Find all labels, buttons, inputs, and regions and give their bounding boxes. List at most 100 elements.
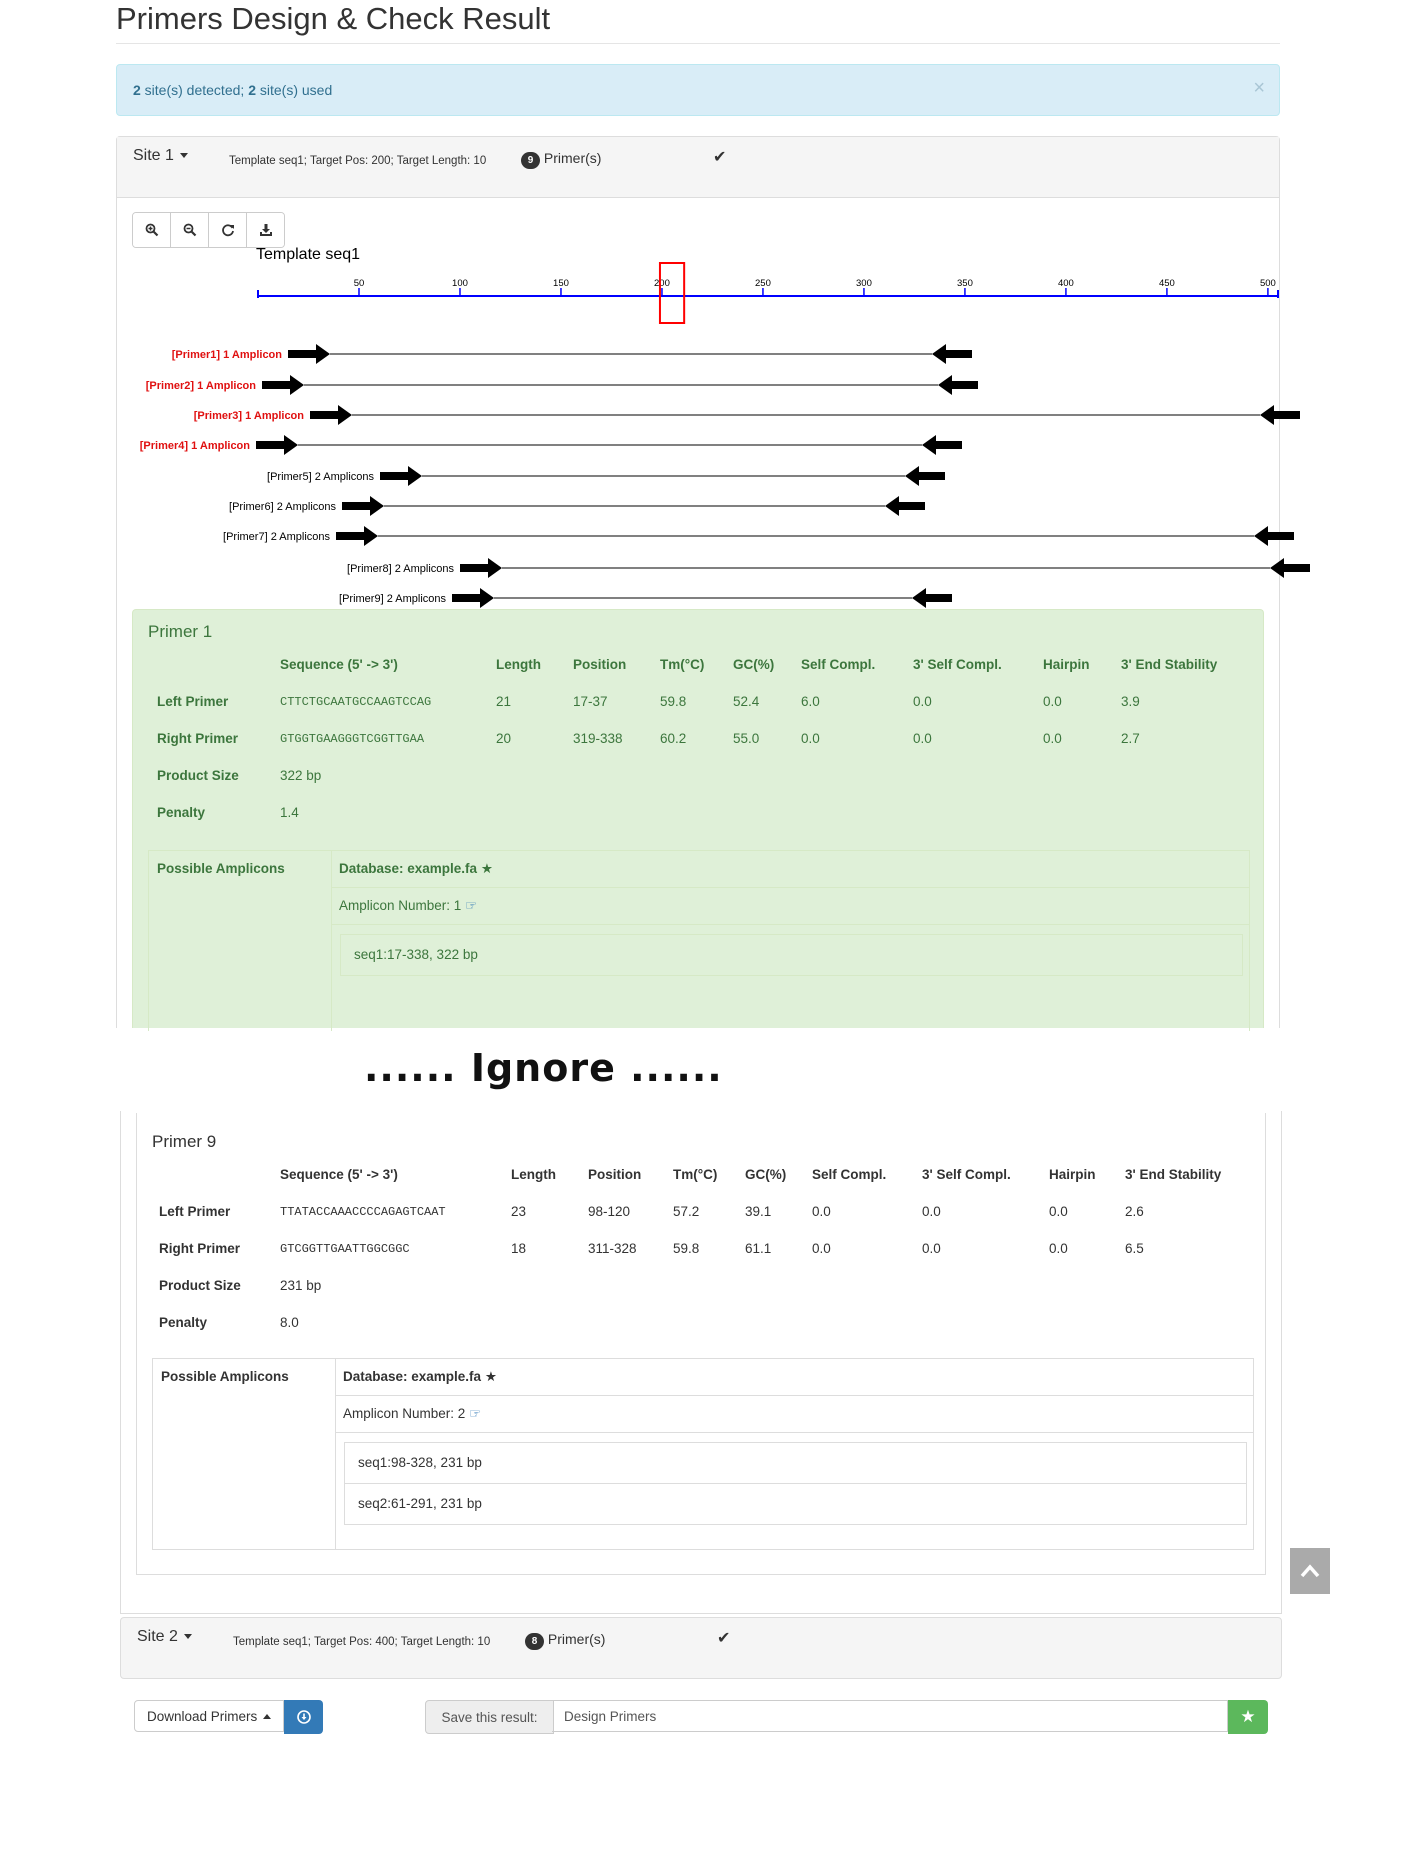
col-3-self-compl: 3' Self Compl. bbox=[913, 657, 1002, 672]
possible-amplicons-box: Possible Amplicons Database: example.fa … bbox=[148, 850, 1250, 1031]
reverse-primer-arrow bbox=[932, 344, 972, 364]
possible-amplicons-label: Possible Amplicons bbox=[153, 1359, 336, 1549]
forward-primer-arrow bbox=[342, 496, 384, 516]
col-hairpin: Hairpin bbox=[1049, 1167, 1096, 1182]
primer-track-label: [Primer3] 1 Amplicon bbox=[194, 410, 305, 422]
ruler-tick-label: 150 bbox=[553, 278, 569, 289]
amplicon-item: seq1:17-338, 322 bp bbox=[340, 934, 1243, 976]
col-self-compl: Self Compl. bbox=[812, 1167, 887, 1182]
chevron-up-icon bbox=[1300, 1564, 1320, 1578]
save-star-button[interactable]: ★ bbox=[1228, 1700, 1268, 1734]
ruler-tick-label: 350 bbox=[957, 278, 973, 289]
col-position: Position bbox=[573, 657, 627, 672]
col-tm: Tm(°C) bbox=[673, 1167, 718, 1182]
col-sequence: Sequence (5' -> 3') bbox=[280, 657, 398, 672]
download-toggle-button[interactable] bbox=[284, 1700, 323, 1734]
reverse-primer-arrow bbox=[1270, 558, 1310, 578]
site-2-header: Site 2 Template seq1; Target Pos: 400; T… bbox=[120, 1617, 1282, 1679]
database-row: Database: example.fa ★ bbox=[332, 851, 1249, 888]
check-icon: ✔ bbox=[717, 1630, 731, 1647]
circle-download-icon bbox=[296, 1710, 311, 1724]
target-region-marker bbox=[658, 262, 686, 324]
save-result-input[interactable]: Design Primers bbox=[552, 1700, 1228, 1732]
amplicon-number-row: Amplicon Number: 1 ☞ bbox=[332, 888, 1249, 925]
possible-amplicons-box: Possible Amplicons Database: example.fa … bbox=[152, 1358, 1254, 1550]
primer-1-panel: Primer 1 Sequence (5' -> 3') Length Posi… bbox=[132, 609, 1264, 1031]
col-tm: Tm(°C) bbox=[660, 657, 705, 672]
col-end-stability: 3' End Stability bbox=[1121, 657, 1218, 672]
star-icon[interactable]: ★ bbox=[481, 861, 493, 876]
database-row: Database: example.fa ★ bbox=[336, 1359, 1253, 1396]
ruler-tick-label: 250 bbox=[755, 278, 771, 289]
ruler-tick-label: 200 bbox=[654, 278, 670, 289]
hand-pointer-icon[interactable]: ☞ bbox=[465, 898, 477, 913]
site-2-dropdown[interactable]: Site 2 bbox=[137, 1628, 192, 1646]
primer-9-table: Sequence (5' -> 3') Length Position Tm(°… bbox=[159, 1156, 1221, 1341]
amplicon-item: seq1:98-328, 231 bp bbox=[344, 1442, 1247, 1484]
col-3-self-compl: 3' Self Compl. bbox=[922, 1167, 1011, 1182]
col-gc: GC(%) bbox=[745, 1167, 787, 1182]
forward-primer-arrow bbox=[380, 466, 422, 486]
site-2-info: Template seq1; Target Pos: 400; Target L… bbox=[233, 1636, 491, 1648]
caret-down-icon bbox=[183, 1634, 192, 1640]
primer-1-table: Sequence (5' -> 3') Length Position Tm(°… bbox=[157, 646, 1217, 831]
col-end-stability: 3' End Stability bbox=[1125, 1167, 1222, 1182]
ruler-tick-label: 400 bbox=[1058, 278, 1074, 289]
forward-primer-arrow bbox=[256, 435, 298, 455]
penalty-row: Penalty 1.4 bbox=[157, 805, 299, 820]
amplicon-number-row: Amplicon Number: 2 ☞ bbox=[336, 1396, 1253, 1433]
ruler-tick-label: 50 bbox=[354, 278, 365, 289]
forward-primer-arrow bbox=[336, 526, 378, 546]
download-primers-button[interactable]: Download Primers bbox=[134, 1700, 284, 1732]
col-length: Length bbox=[511, 1167, 556, 1182]
col-hairpin: Hairpin bbox=[1043, 657, 1090, 672]
col-length: Length bbox=[496, 657, 541, 672]
hand-pointer-icon[interactable]: ☞ bbox=[469, 1406, 481, 1421]
possible-amplicons-label: Possible Amplicons bbox=[149, 851, 332, 1031]
forward-primer-arrow bbox=[460, 558, 502, 578]
primer-1-title: Primer 1 bbox=[148, 622, 213, 641]
sequence-viewer: 50 100 150 200 250 300 350 400 450 500 [Primer1] 1… bbox=[140, 262, 1310, 608]
ruler-tick-label: 500 bbox=[1260, 278, 1276, 289]
reverse-primer-arrow bbox=[905, 466, 945, 486]
col-position: Position bbox=[588, 1167, 642, 1182]
star-icon[interactable]: ★ bbox=[485, 1369, 497, 1384]
forward-primer-arrow bbox=[288, 344, 330, 364]
amplicon-item: seq2:61-291, 231 bp bbox=[344, 1483, 1247, 1525]
primer-track-label: [Primer5] 2 Amplicons bbox=[267, 471, 374, 483]
ruler-tick-label: 100 bbox=[452, 278, 468, 289]
reverse-primer-arrow bbox=[885, 496, 925, 516]
left-primer-row: Left Primer CTTCTGCAATGCCAAGTCCAG 21 17-37 5… bbox=[157, 694, 1140, 709]
reverse-primer-arrow bbox=[912, 588, 952, 608]
ignore-separator: ...... Ignore ...... bbox=[364, 1046, 723, 1090]
col-gc: GC(%) bbox=[733, 657, 775, 672]
ruler-tick-label: 450 bbox=[1159, 278, 1175, 289]
product-size-row: Product Size 322 bp bbox=[157, 768, 322, 783]
primer-track-label: [Primer7] 2 Amplicons bbox=[223, 531, 330, 543]
primer-track-label: [Primer4] 1 Amplicon bbox=[140, 440, 251, 452]
primer-9-panel: Primer 9 Sequence (5' -> 3') Length Posi… bbox=[136, 1113, 1266, 1575]
primer-track-label: [Primer6] 2 Amplicons bbox=[229, 501, 336, 513]
primer-track-label: [Primer8] 2 Amplicons bbox=[347, 563, 454, 575]
ruler-tick-label: 300 bbox=[856, 278, 872, 289]
save-result-label: Save this result: bbox=[425, 1700, 554, 1734]
forward-primer-arrow bbox=[452, 588, 494, 608]
reverse-primer-arrow bbox=[1260, 405, 1300, 425]
right-primer-row: Right Primer GTCGGTTGAATTGGCGGC 18 311-328 5… bbox=[159, 1241, 1144, 1256]
product-size-row: Product Size 231 bp bbox=[159, 1278, 322, 1293]
penalty-row: Penalty 8.0 bbox=[159, 1315, 299, 1330]
forward-primer-arrow bbox=[262, 375, 304, 395]
primer-track-label: [Primer9] 2 Amplicons bbox=[339, 593, 446, 605]
col-sequence: Sequence (5' -> 3') bbox=[280, 1167, 398, 1182]
reverse-primer-arrow bbox=[938, 375, 978, 395]
site-2-primer-count: 8 Primer(s) bbox=[525, 1631, 605, 1650]
primer-9-title: Primer 9 bbox=[152, 1132, 217, 1151]
scroll-to-top-button[interactable] bbox=[1290, 1548, 1330, 1594]
forward-primer-arrow bbox=[310, 405, 352, 425]
caret-up-icon bbox=[263, 1713, 272, 1719]
reverse-primer-arrow bbox=[922, 435, 962, 455]
col-self-compl: Self Compl. bbox=[801, 657, 876, 672]
right-primer-row: Right Primer GTGGTGAAGGGTCGGTTGAA 20 319-33… bbox=[157, 731, 1140, 746]
primer-track-label: [Primer1] 1 Amplicon bbox=[172, 349, 283, 361]
left-primer-row: Left Primer TTATACCAAACCCCAGAGTCAAT 23 98-1… bbox=[159, 1204, 1144, 1219]
